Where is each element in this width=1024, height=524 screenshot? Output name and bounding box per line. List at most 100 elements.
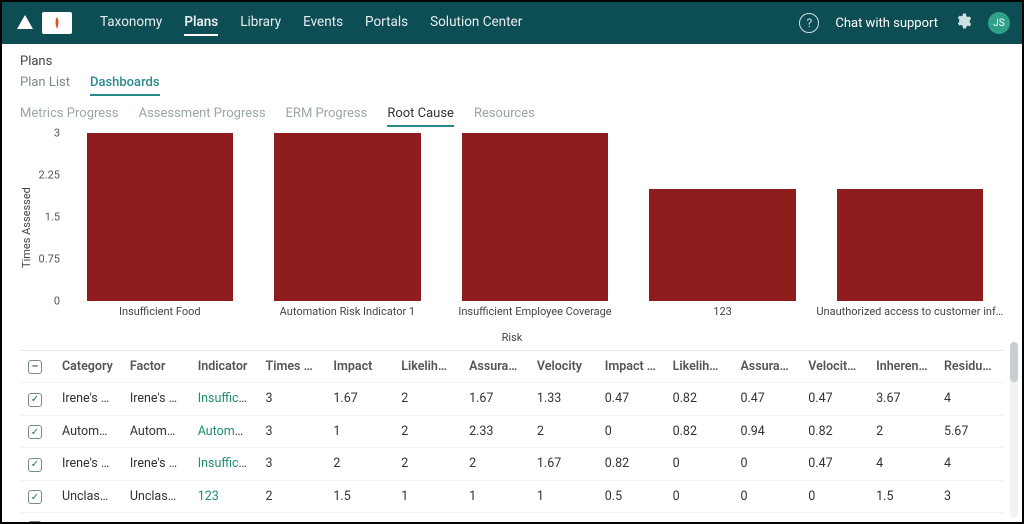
col-header[interactable]: Assuranc...	[732, 351, 800, 383]
cell: 0	[800, 513, 868, 523]
cell: 1.5	[325, 480, 393, 513]
row-checkbox[interactable]	[28, 458, 42, 472]
nav-item-events[interactable]: Events	[303, 10, 343, 36]
cell: 1	[529, 513, 597, 523]
table-row: Irene's Ri...Irene's D...Insufficie...32…	[20, 448, 1004, 481]
cell: 1	[529, 480, 597, 513]
row-checkbox[interactable]	[28, 425, 42, 439]
subtab-plan-list[interactable]: Plan List	[20, 75, 70, 96]
col-header[interactable]: Factor	[122, 351, 190, 383]
bar[interactable]	[274, 133, 420, 301]
cell: 2	[393, 415, 461, 448]
col-header[interactable]: Likelihoo...	[665, 351, 733, 383]
x-tick: Insufficient Employee Coverage	[441, 303, 629, 323]
x-tick: Automation Risk Indicator 1	[254, 303, 442, 323]
row-checkbox[interactable]	[28, 521, 42, 522]
cell: 4	[868, 448, 936, 481]
subtab-dashboards[interactable]: Dashboards	[90, 75, 160, 96]
col-header[interactable]: Velocity	[529, 351, 597, 383]
nav-item-library[interactable]: Library	[240, 10, 281, 36]
cell: Irene's D...	[122, 383, 190, 416]
col-header[interactable]: Impact	[325, 351, 393, 383]
data-grid: CategoryFactorIndicatorTimes As...Impact…	[20, 350, 1004, 522]
dash-tab-root-cause[interactable]: Root Cause	[387, 106, 454, 127]
indicator-link[interactable]: Automati...	[198, 424, 258, 439]
cell: 3.67	[868, 383, 936, 416]
col-header[interactable]: Residual ...	[936, 351, 1004, 383]
indicator-link[interactable]: Insufficie...	[198, 456, 258, 471]
dash-tab-erm-progress[interactable]: ERM Progress	[286, 106, 368, 127]
bar[interactable]	[837, 189, 983, 301]
cell: Automati...	[54, 415, 122, 448]
chat-support-link[interactable]: Chat with support	[835, 16, 938, 31]
cell: 0.47	[597, 383, 665, 416]
cell: 1.5	[461, 513, 529, 523]
col-header[interactable]: Inherent ...	[868, 351, 936, 383]
col-header[interactable]: Category	[54, 351, 122, 383]
nav-item-plans[interactable]: Plans	[184, 10, 218, 36]
dash-tab-assessment-progress[interactable]: Assessment Progress	[139, 106, 266, 127]
col-header[interactable]: Times As...	[258, 351, 326, 383]
cell: 0	[800, 480, 868, 513]
col-header[interactable]: Impact V...	[597, 351, 665, 383]
avatar[interactable]: JS	[988, 12, 1010, 34]
nav-item-taxonomy[interactable]: Taxonomy	[100, 10, 162, 36]
nav-items: Taxonomy Plans Library Events Portals Solutio…	[100, 10, 522, 36]
brand-badge	[42, 12, 72, 34]
dash-tab-resources[interactable]: Resources	[474, 106, 535, 127]
row-checkbox[interactable]	[28, 393, 42, 407]
cell: Irene's Ri...	[54, 383, 122, 416]
indicator-link[interactable]: Insufficie...	[198, 391, 258, 406]
cell: Factor A	[122, 513, 190, 523]
indicator-link[interactable]: 123	[198, 489, 219, 504]
cell: 0.5	[732, 513, 800, 523]
cell: Insufficie...	[190, 448, 258, 481]
col-header[interactable]: Velocity ...	[800, 351, 868, 383]
cell: 1	[393, 480, 461, 513]
col-header[interactable]: Indicator	[190, 351, 258, 383]
cell: 0.5	[597, 480, 665, 513]
cell: 1	[461, 480, 529, 513]
cell: 5.67	[936, 415, 1004, 448]
nav-item-portals[interactable]: Portals	[365, 10, 408, 36]
cell: 1.67	[325, 383, 393, 416]
y-tick: 2.25	[39, 169, 60, 182]
gear-icon[interactable]	[954, 12, 972, 34]
cell: 0	[597, 513, 665, 523]
cell: Automati...	[122, 415, 190, 448]
nav-item-solution-center[interactable]: Solution Center	[430, 10, 522, 36]
cell: 3	[258, 383, 326, 416]
cell: 1	[868, 513, 936, 523]
x-tick: Insufficient Food	[66, 303, 254, 323]
cell: Insufficie...	[190, 383, 258, 416]
sub-tabs: Plan List Dashboards	[20, 75, 1004, 96]
chart-x-label: Risk	[20, 331, 1004, 344]
dashboard-tabs: Metrics Progress Assessment Progress ERM P…	[20, 106, 1004, 127]
cell: 2	[461, 448, 529, 481]
root-cause-chart: Times Assessed 00.751.52.253 Insufficien…	[20, 133, 1004, 323]
cell: 2	[868, 415, 936, 448]
cell: 4	[936, 448, 1004, 481]
help-icon[interactable]: ?	[799, 13, 819, 33]
cell: 0	[597, 415, 665, 448]
cell: 0.47	[732, 383, 800, 416]
scrollbar[interactable]	[1010, 342, 1018, 518]
bar[interactable]	[649, 189, 795, 301]
cell: People	[54, 513, 122, 523]
col-header[interactable]: Likelihood	[393, 351, 461, 383]
cell: 0	[665, 448, 733, 481]
col-header[interactable]: Assurance	[461, 351, 529, 383]
bar[interactable]	[462, 133, 608, 301]
cell: 1.33	[529, 383, 597, 416]
bar[interactable]	[87, 133, 233, 301]
select-all-toggle[interactable]	[28, 360, 42, 374]
cell: Automati...	[190, 415, 258, 448]
cell: 2	[393, 448, 461, 481]
cell: 0	[665, 513, 733, 523]
cell: 4	[936, 383, 1004, 416]
cell: 2	[325, 448, 393, 481]
dash-tab-metrics-progress[interactable]: Metrics Progress	[20, 106, 119, 127]
row-checkbox[interactable]	[28, 490, 42, 504]
cell: 0	[732, 480, 800, 513]
content: Plans Plan ListDashboards Metrics Progre…	[2, 44, 1022, 522]
